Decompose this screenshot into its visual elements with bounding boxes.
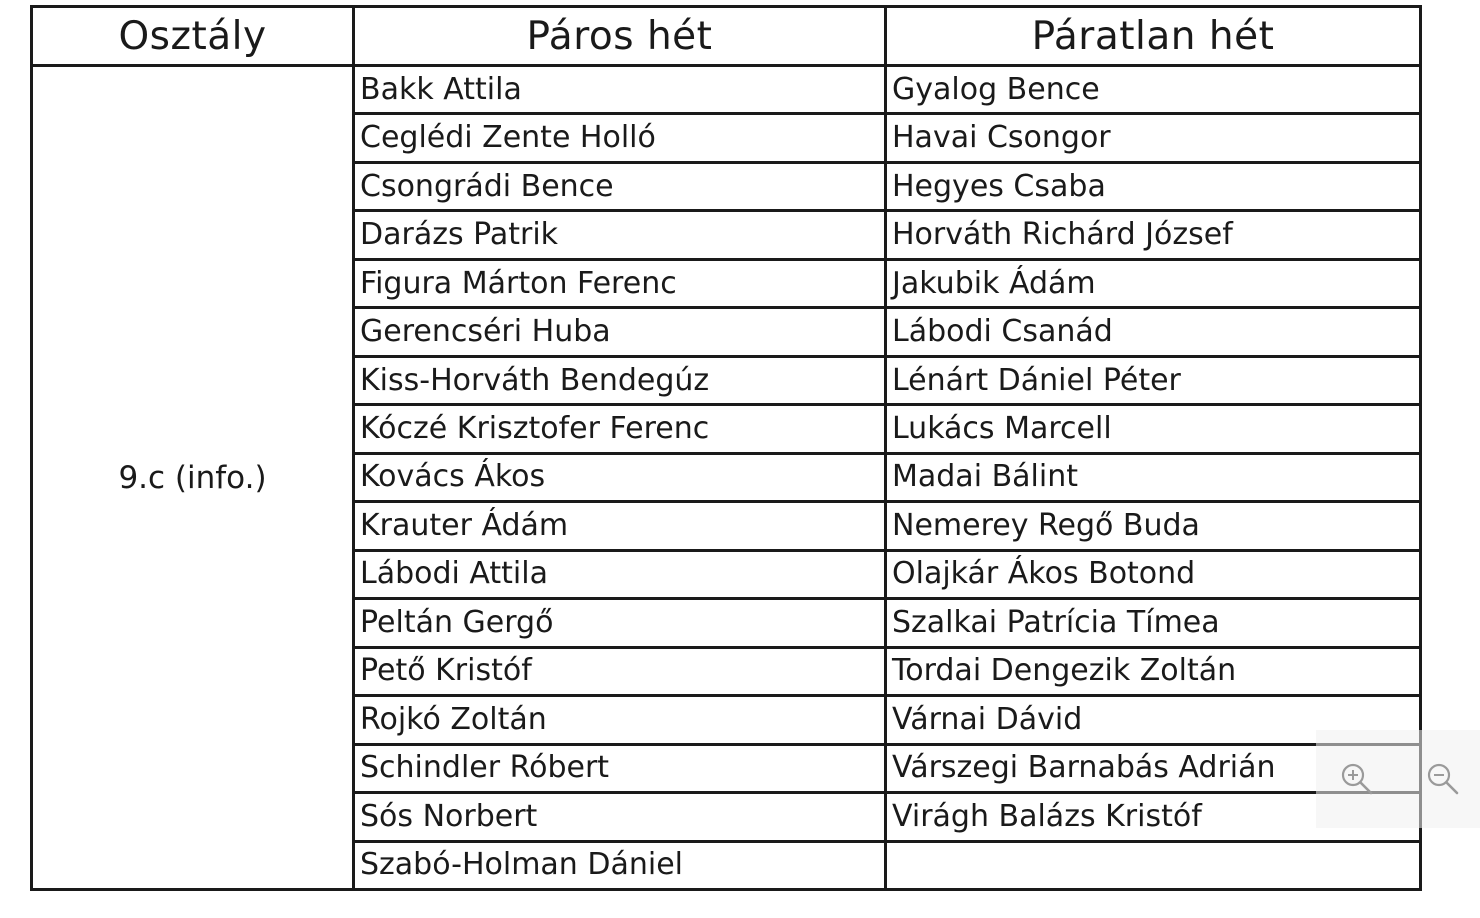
even-week-student: Peltán Gergő [352, 597, 887, 649]
odd-week-student: Horváth Richárd József [884, 209, 1422, 261]
header-even-week: Páros hét [352, 5, 887, 67]
even-week-student: Lábodi Attila [352, 548, 887, 601]
even-week-student: Kovács Ákos [352, 451, 887, 504]
even-week-student: Krauter Ádám [352, 500, 887, 552]
odd-week-student [884, 839, 1422, 891]
zoom-out-button[interactable] [1416, 730, 1480, 828]
class-roster-table: Osztály Páros hét Páratlan hét 9.c (info… [30, 5, 1422, 891]
odd-week-student: Havai Csongor [884, 112, 1422, 164]
even-week-student: Figura Márton Ferenc [352, 257, 887, 310]
even-week-student: Kóczé Krisztofer Ferenc [352, 403, 887, 455]
odd-week-student: Lénárt Dániel Péter [884, 354, 1422, 407]
roster-body: 9.c (info.) Bakk Attila Gyalog Bence Cegléd… [30, 63, 1422, 891]
odd-week-student: Hegyes Csaba [884, 160, 1422, 213]
even-week-student: Darázs Patrik [352, 209, 887, 261]
odd-week-student: Gyalog Bence [884, 63, 1422, 116]
zoom-out-icon [1427, 763, 1459, 795]
odd-week-student: Szalkai Patrícia Tímea [884, 597, 1422, 649]
odd-week-student: Madai Bálint [884, 451, 1422, 504]
even-week-student: Bakk Attila [352, 63, 887, 116]
zoom-in-button[interactable] [1316, 730, 1398, 828]
odd-week-student: Lábodi Csanád [884, 306, 1422, 358]
odd-week-student: Lukács Marcell [884, 403, 1422, 455]
even-week-student: Pető Kristóf [352, 645, 887, 698]
odd-week-student: Olajkár Ákos Botond [884, 548, 1422, 601]
odd-week-student: Tordai Dengezik Zoltán [884, 645, 1422, 698]
header-odd-week: Páratlan hét [884, 5, 1422, 67]
even-week-student: Sós Norbert [352, 791, 887, 843]
zoom-in-icon [1341, 763, 1373, 795]
even-week-student: Schindler Róbert [352, 742, 887, 795]
header-row: Osztály Páros hét Páratlan hét [30, 5, 1422, 67]
odd-week-student: Jakubik Ádám [884, 257, 1422, 310]
zoom-controls [1316, 730, 1480, 828]
even-week-student: Rojkó Zoltán [352, 694, 887, 746]
even-week-student: Kiss-Horváth Bendegúz [352, 354, 887, 407]
class-label-cell: 9.c (info.) [30, 64, 355, 891]
table-row: 9.c (info.) Bakk Attila Gyalog Bence [30, 63, 1422, 891]
even-week-student: Szabó-Holman Dániel [352, 839, 887, 891]
even-week-student: Ceglédi Zente Holló [352, 112, 887, 164]
even-week-student: Gerencséri Huba [352, 306, 887, 358]
even-week-student: Csongrádi Bence [352, 160, 887, 213]
odd-week-student: Nemerey Regő Buda [884, 500, 1422, 552]
header-class: Osztály [30, 5, 355, 67]
